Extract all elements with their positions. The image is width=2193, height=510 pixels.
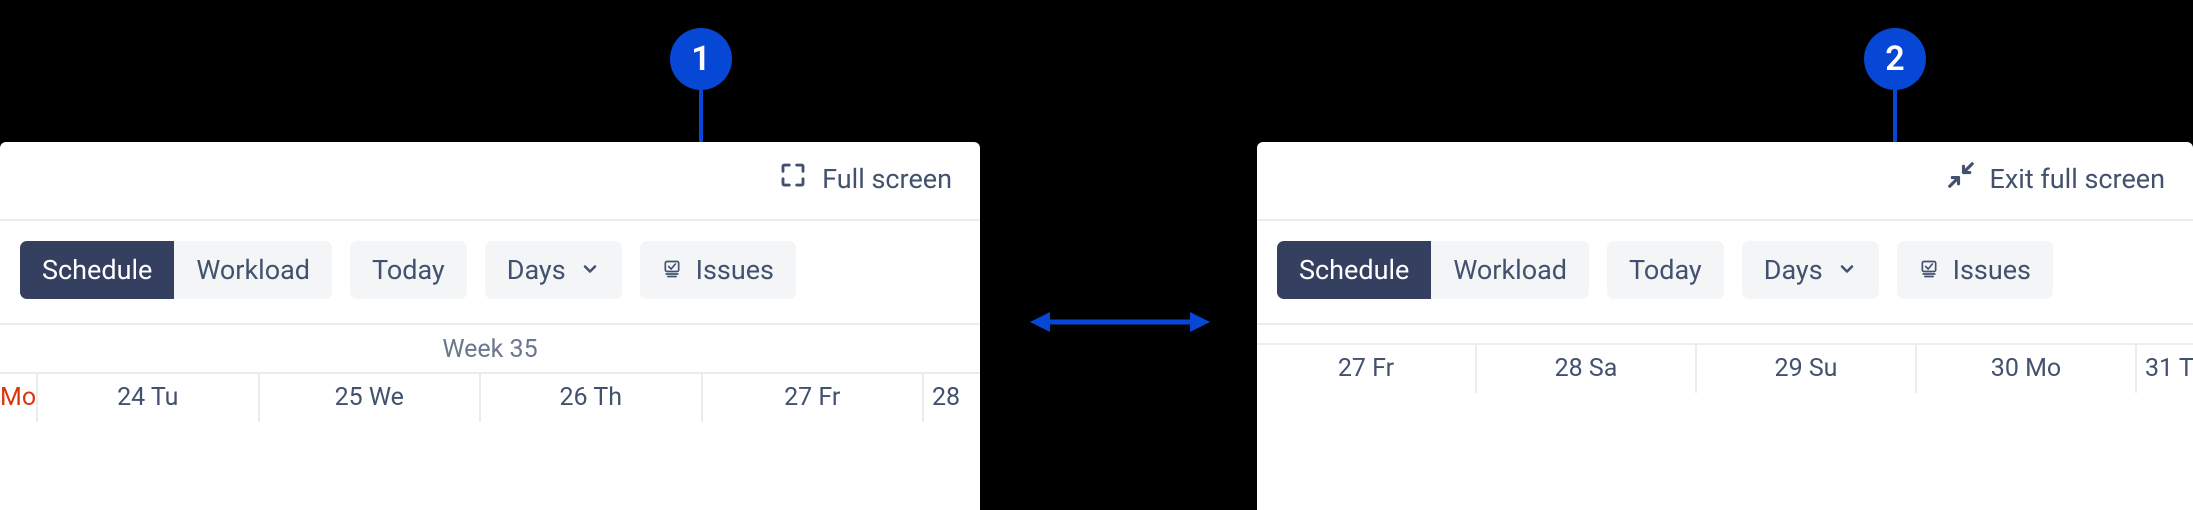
days-row: Mo24 Tu25 We26 Th27 Fr28 [0, 374, 980, 422]
view-tabs: Schedule Workload [20, 241, 332, 299]
day-cell[interactable]: 27 Fr [703, 374, 925, 422]
button-label: Issues [1953, 254, 2031, 286]
button-label: Days [1764, 254, 1823, 286]
day-cell[interactable]: 30 Mo [1917, 345, 2137, 393]
panel-enter-fullscreen: Full screen Schedule Workload Today Days [0, 142, 980, 510]
exit-full-screen-button[interactable]: Exit full screen [1946, 160, 2165, 197]
tab-schedule[interactable]: Schedule [20, 241, 174, 299]
bidirectional-arrow-icon [1030, 304, 1210, 340]
week-label: Week 35 [0, 325, 980, 374]
toolbar: Schedule Workload Today Days Issues [1257, 221, 2193, 323]
button-label: Today [1629, 254, 1702, 286]
chevron-down-icon [580, 254, 600, 286]
button-label: Days [507, 254, 566, 286]
panel-header: Exit full screen [1257, 142, 2193, 219]
full-screen-button[interactable]: Full screen [778, 160, 952, 197]
annotation-number: 1 [691, 39, 710, 79]
days-dropdown[interactable]: Days [1742, 241, 1879, 299]
day-cell[interactable]: Mo [0, 374, 38, 422]
tab-workload[interactable]: Workload [174, 241, 332, 299]
days-dropdown[interactable]: Days [485, 241, 622, 299]
expand-icon [778, 160, 808, 197]
today-button[interactable]: Today [350, 241, 467, 299]
annotation-number: 2 [1885, 39, 1904, 79]
day-cell[interactable]: 28 Sa [1477, 345, 1697, 393]
issues-button[interactable]: Issues [640, 241, 796, 299]
view-tabs: Schedule Workload [1277, 241, 1589, 299]
tab-label: Schedule [1299, 254, 1409, 286]
panel-exit-fullscreen: Exit full screen Schedule Workload Today… [1257, 142, 2193, 510]
day-cell[interactable]: 31 T [2137, 345, 2193, 393]
full-screen-label: Full screen [822, 163, 952, 195]
days-row: 27 Fr28 Sa29 Su30 Mo31 T [1257, 345, 2193, 393]
button-label: Today [372, 254, 445, 286]
panel-header: Full screen [0, 142, 980, 219]
tab-label: Schedule [42, 254, 152, 286]
tab-schedule[interactable]: Schedule [1277, 241, 1431, 299]
tab-label: Workload [196, 254, 310, 286]
toolbar: Schedule Workload Today Days Issues [0, 221, 980, 323]
annotation-badge: 1 [670, 28, 732, 90]
week-label [1257, 325, 2193, 345]
day-cell[interactable]: 27 Fr [1257, 345, 1477, 393]
day-cell[interactable]: 24 Tu [38, 374, 260, 422]
today-button[interactable]: Today [1607, 241, 1724, 299]
tab-label: Workload [1453, 254, 1567, 286]
button-label: Issues [696, 254, 774, 286]
day-cell[interactable]: 26 Th [481, 374, 703, 422]
issues-icon [662, 254, 682, 286]
collapse-icon [1946, 160, 1976, 197]
exit-full-screen-label: Exit full screen [1990, 163, 2165, 195]
day-cell[interactable]: 28 [924, 374, 980, 422]
issues-icon [1919, 254, 1939, 286]
issues-button[interactable]: Issues [1897, 241, 2053, 299]
tab-workload[interactable]: Workload [1431, 241, 1589, 299]
annotation-badge: 2 [1864, 28, 1926, 90]
chevron-down-icon [1837, 254, 1857, 286]
timeline: Week 35 Mo24 Tu25 We26 Th27 Fr28 [0, 323, 980, 510]
day-cell[interactable]: 29 Su [1697, 345, 1917, 393]
timeline: 27 Fr28 Sa29 Su30 Mo31 T [1257, 323, 2193, 510]
day-cell[interactable]: 25 We [260, 374, 482, 422]
